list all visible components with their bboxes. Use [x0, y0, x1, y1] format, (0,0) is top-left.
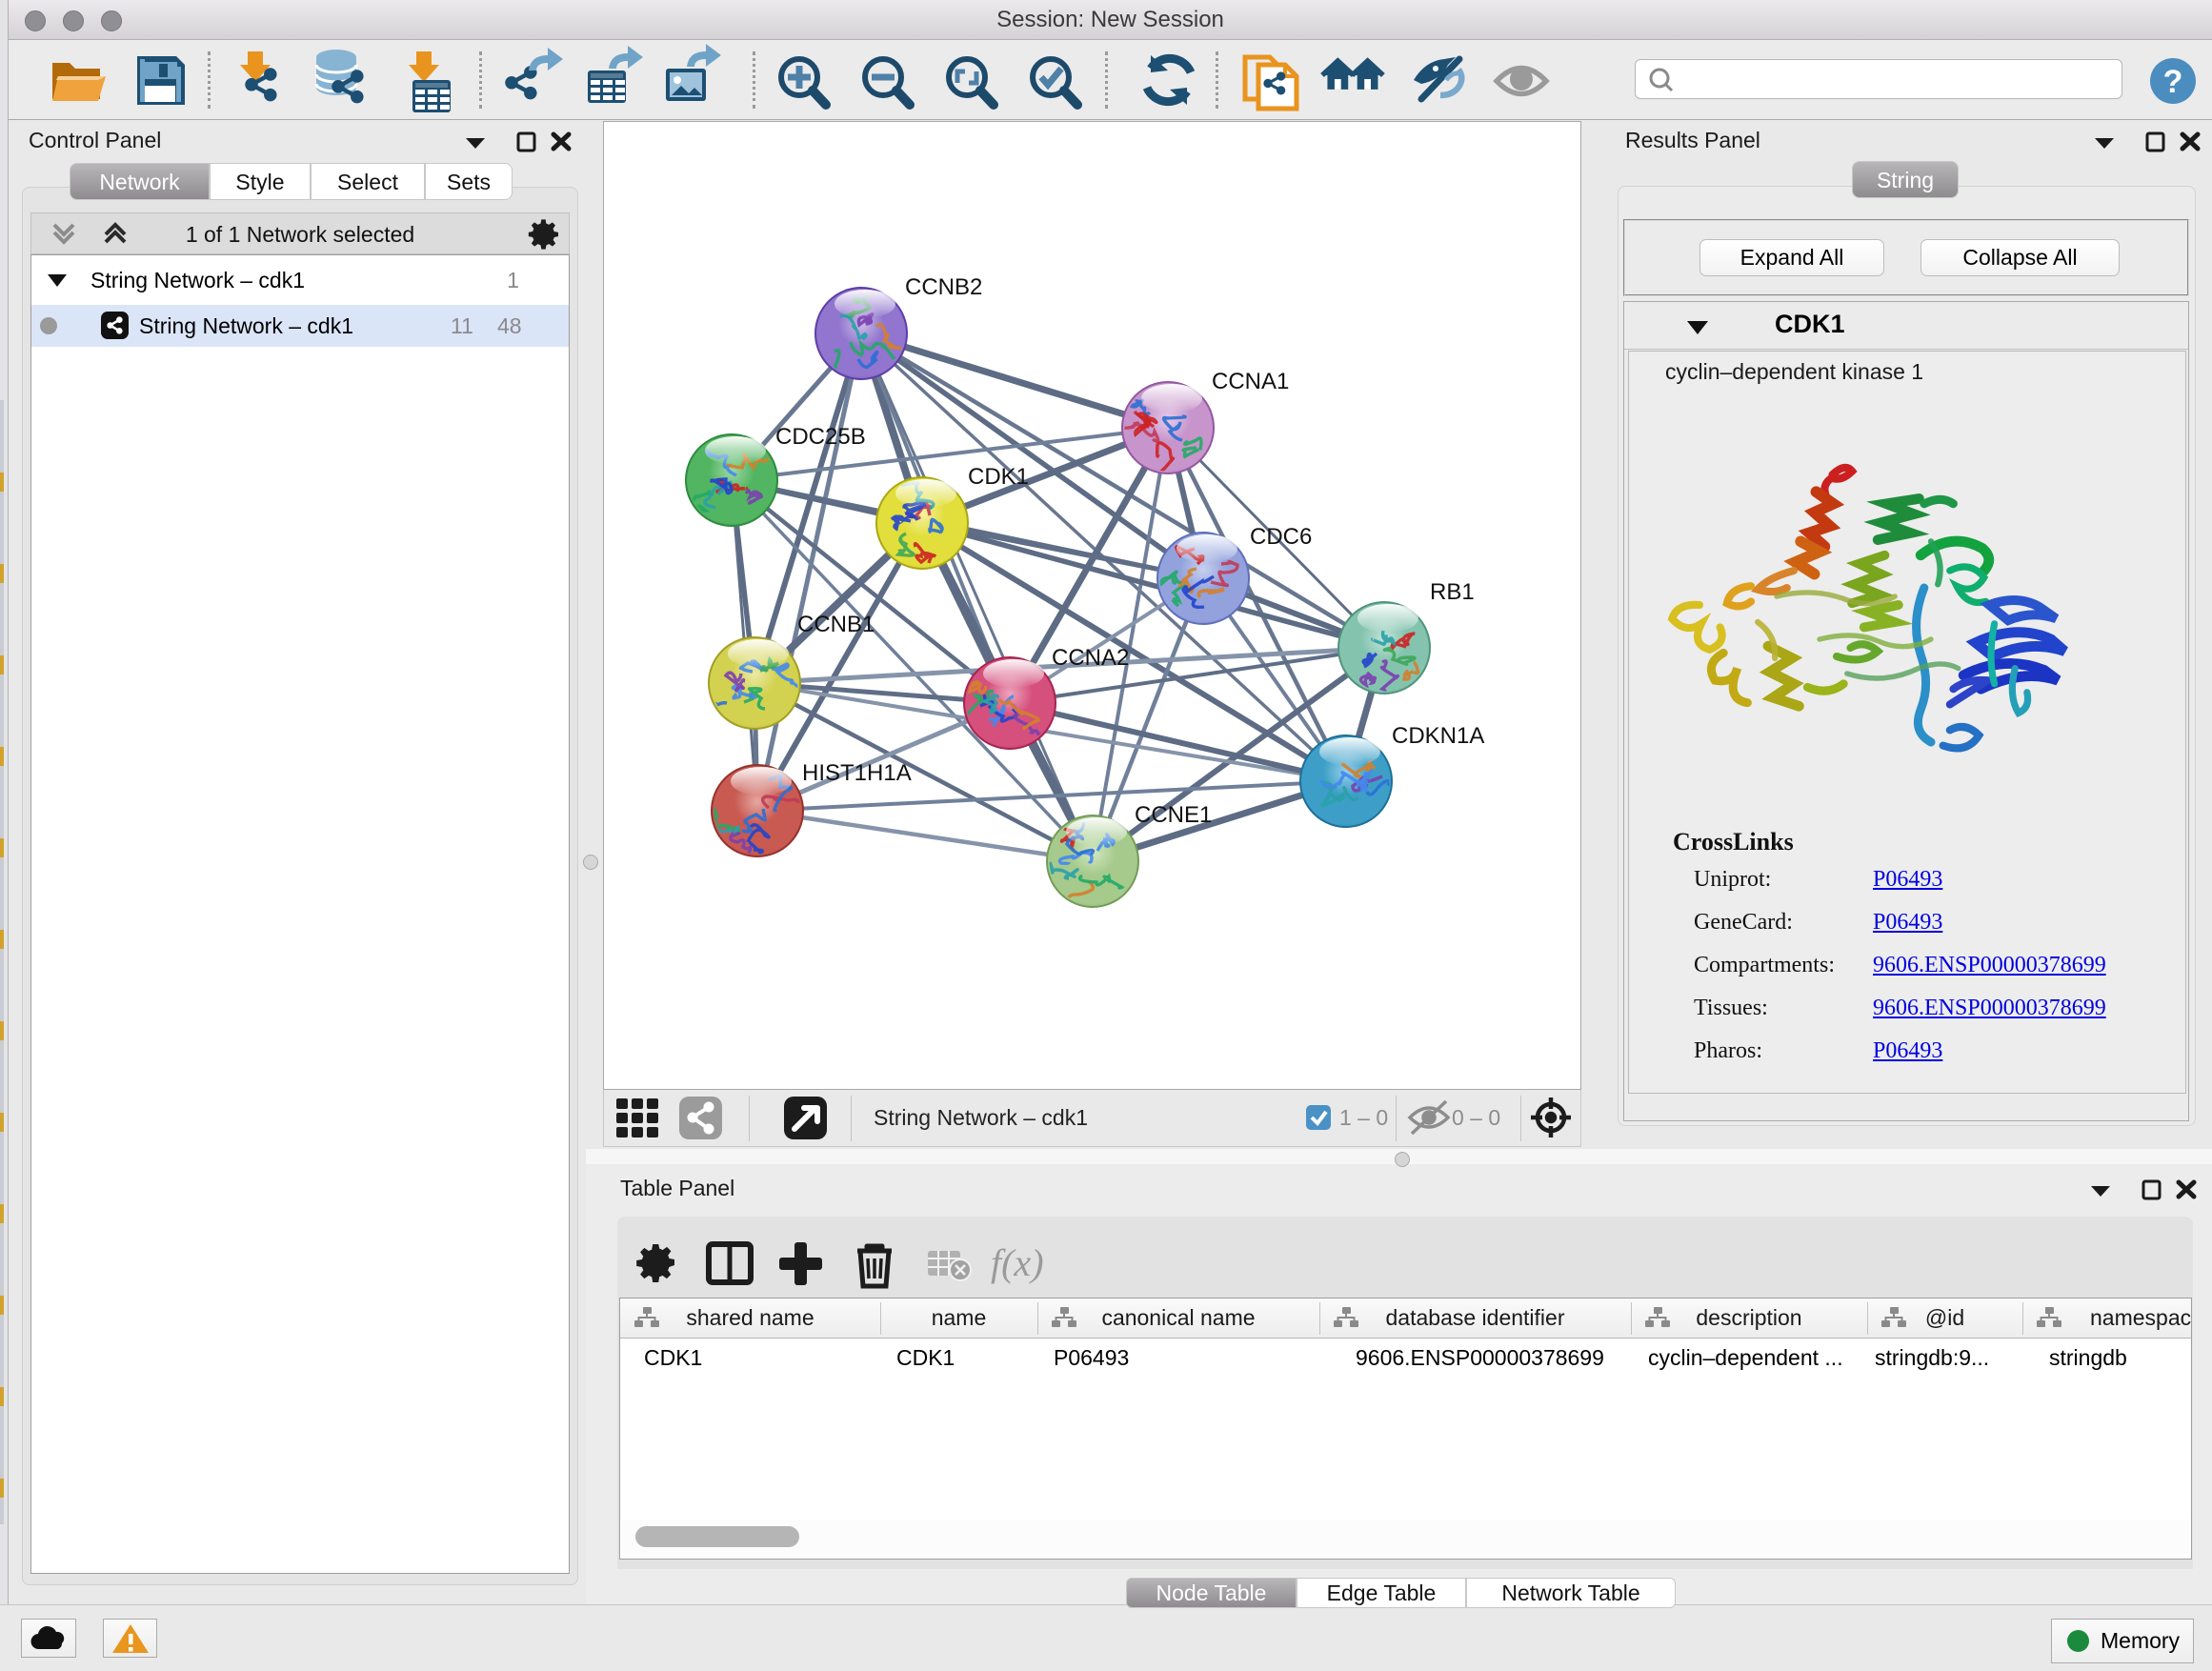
svg-text:CCNA1: CCNA1 [1212, 369, 1289, 394]
svg-text:CCNB1: CCNB1 [797, 612, 875, 637]
svg-text:RB1: RB1 [1430, 579, 1475, 605]
svg-text:CDK1: CDK1 [968, 464, 1029, 490]
svg-text:CDC6: CDC6 [1250, 524, 1312, 550]
svg-text:HIST1H1A: HIST1H1A [802, 760, 912, 786]
svg-text:CCNB2: CCNB2 [905, 274, 982, 300]
svg-text:?: ? [2163, 64, 2183, 100]
svg-text:CCNE1: CCNE1 [1135, 802, 1212, 828]
svg-text:f(x): f(x) [991, 1241, 1044, 1284]
svg-text:CDKN1A: CDKN1A [1392, 723, 1484, 749]
svg-text:CCNA2: CCNA2 [1052, 645, 1129, 671]
svg-text:CDC25B: CDC25B [775, 424, 866, 450]
